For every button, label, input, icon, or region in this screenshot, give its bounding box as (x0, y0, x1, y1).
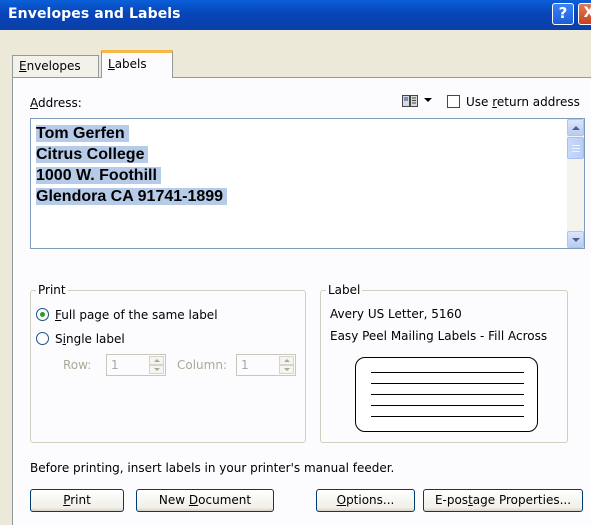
label-preview-icon[interactable] (355, 357, 538, 432)
full-page-label[interactable]: Full page of the same label (55, 308, 218, 322)
help-button[interactable]: ? (552, 3, 574, 25)
address-line: 1000 W. Foothill (36, 167, 161, 184)
address-book-icon[interactable] (402, 94, 418, 108)
address-line: Tom Gerfen (36, 125, 129, 142)
row-value: 1 (111, 358, 119, 372)
help-icon: ? (558, 4, 568, 22)
column-label: Column: (177, 358, 227, 372)
address-text: Tom Gerfen Citrus College 1000 W. Foothi… (36, 123, 228, 207)
print-group-title: Print (36, 283, 68, 297)
tab-labels[interactable]: Labels (101, 50, 173, 78)
print-button[interactable]: Print (30, 489, 124, 512)
row-spinner[interactable]: 1 (106, 354, 166, 376)
row-increment-button[interactable] (149, 356, 164, 365)
address-textarea[interactable]: Tom Gerfen Citrus College 1000 W. Foothi… (30, 118, 585, 249)
scroll-thumb[interactable] (567, 137, 584, 159)
column-spinner[interactable]: 1 (236, 354, 296, 376)
close-button[interactable]: X (578, 3, 591, 25)
column-increment-button[interactable] (279, 356, 294, 365)
label-group-title: Label (326, 283, 363, 297)
label-description: Easy Peel Mailing Labels - Fill Across (330, 329, 548, 343)
new-document-button[interactable]: New Document (136, 489, 274, 512)
radio-selected-dot (40, 312, 45, 317)
label-product: Avery US Letter, 5160 (330, 307, 462, 321)
chevron-down-icon (572, 238, 580, 242)
single-label-radio[interactable] (36, 332, 49, 345)
address-book-dropdown-arrow-icon[interactable] (424, 98, 432, 102)
close-icon: X (583, 5, 591, 21)
address-label: Address: (30, 96, 82, 110)
column-value: 1 (241, 358, 249, 372)
address-line: Glendora CA 91741-1899 (36, 188, 228, 205)
scroll-down-button[interactable] (567, 231, 584, 248)
single-label-label[interactable]: Single label (55, 332, 125, 346)
address-line: Citrus College (36, 146, 149, 163)
envelopes-and-labels-dialog: Envelopes and Labels ? X Envelopes Label… (0, 0, 591, 525)
chevron-up-icon (572, 126, 580, 130)
row-decrement-button[interactable] (149, 365, 164, 374)
tab-envelopes[interactable]: Envelopes (12, 55, 99, 77)
use-return-address-checkbox[interactable] (447, 95, 460, 108)
dialog-title: Envelopes and Labels (8, 6, 181, 22)
use-return-address-label[interactable]: Use return address (466, 95, 580, 109)
full-page-radio[interactable] (36, 308, 49, 321)
epostage-properties-button[interactable]: E-postage Properties... (423, 489, 583, 512)
printer-note: Before printing, insert labels in your p… (30, 461, 395, 475)
row-label: Row: (63, 358, 92, 372)
title-bar[interactable]: Envelopes and Labels ? X (0, 0, 591, 30)
options-button[interactable]: Options... (316, 489, 415, 512)
column-decrement-button[interactable] (279, 365, 294, 374)
address-scrollbar[interactable] (567, 119, 584, 248)
scroll-up-button[interactable] (567, 119, 584, 136)
